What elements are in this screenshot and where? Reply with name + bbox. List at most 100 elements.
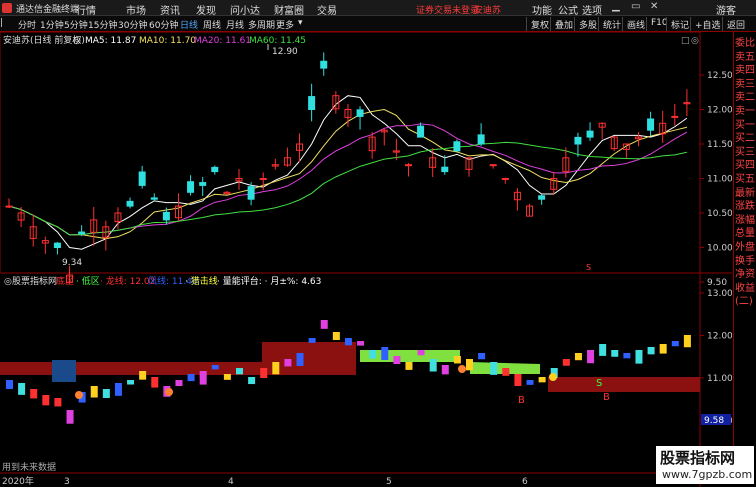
candle-body: [647, 118, 655, 131]
ma5-label: MA5: 11.87: [85, 36, 136, 46]
ma-line: [8, 123, 688, 236]
indicator-bar: [562, 359, 570, 366]
indicator-bar: [175, 380, 183, 387]
add-watchlist-button[interactable]: +自选: [690, 17, 725, 31]
multi-stock-button[interactable]: 多股: [574, 17, 601, 31]
menu-market-quotes[interactable]: 行情: [76, 2, 96, 17]
indicator-bar: [344, 338, 352, 346]
candle-body: [477, 134, 485, 145]
app-title: 通达信金融终端: [16, 5, 80, 15]
date-label-april: 4: [228, 477, 234, 487]
close-icon[interactable]: ✕: [650, 1, 658, 12]
period-15min[interactable]: 15分钟: [88, 18, 117, 31]
indicator-bar: [66, 410, 74, 424]
indicator-bar: [453, 356, 461, 364]
period-1min[interactable]: 1分钟: [40, 18, 64, 31]
period-multi[interactable]: 多周期: [248, 18, 275, 31]
menu-options[interactable]: 选项: [582, 2, 602, 17]
candle-body: [199, 182, 207, 186]
candle-body: [138, 171, 146, 186]
high-price-label: 12.90: [272, 47, 298, 57]
menu-ask[interactable]: 问小达: [230, 2, 260, 17]
period-weekly[interactable]: 周线: [203, 18, 221, 31]
indicator-bar: [127, 380, 135, 385]
period-monthly[interactable]: 月线: [226, 18, 244, 31]
menu-wealth[interactable]: 财富圈: [274, 2, 304, 17]
indicator-y-tick-label: 12.00: [707, 332, 732, 342]
period-30min[interactable]: 30分钟: [118, 18, 147, 31]
user-guest[interactable]: 游客: [716, 2, 736, 17]
menu-market[interactable]: 市场: [126, 2, 146, 17]
candle-body: [320, 60, 328, 69]
period-daily[interactable]: 日线: [180, 18, 198, 31]
sell-mark: S: [586, 263, 591, 272]
expand-icon[interactable]: □: [681, 36, 690, 46]
indicator-bar: [538, 377, 546, 383]
indicator-bar: [248, 377, 256, 385]
mark-button[interactable]: 标记: [666, 17, 693, 31]
ma-line: [8, 108, 688, 240]
period-60min[interactable]: 60分钟: [149, 18, 178, 31]
date-label-march: 3: [64, 477, 70, 487]
indicator-bar: [635, 350, 643, 364]
period-5min[interactable]: 5分钟: [64, 18, 88, 31]
candle-body: [586, 130, 594, 138]
minimize-icon[interactable]: ▁: [612, 1, 620, 12]
menu-news[interactable]: 资讯: [160, 2, 180, 17]
chart-area[interactable]: 安迪苏(日线 前复权) ◎ MA5: 11.87 MA10: 11.70 MA2…: [0, 32, 732, 487]
menu-function[interactable]: 功能: [532, 2, 552, 17]
restore-icon[interactable]: ▭: [631, 1, 640, 12]
dragon-zone-right: [548, 377, 700, 392]
indicator-low-zone-label: · 低区: [76, 275, 100, 287]
candlesticks: [5, 52, 691, 285]
statistics-button[interactable]: 统计: [598, 17, 625, 31]
candle-body: [404, 164, 412, 167]
app-logo-icon: [2, 3, 12, 13]
back-button[interactable]: 返回: [722, 17, 749, 31]
indicator-bar: [514, 374, 522, 387]
overlay-button[interactable]: 叠加: [550, 17, 577, 31]
indicator-bar: [659, 344, 667, 354]
indicator-hunt-line-label: · 猎击线: [185, 275, 218, 287]
indicator-y-tick-label: 11.00: [707, 374, 732, 384]
menu-discover[interactable]: 发现: [196, 2, 216, 17]
period-intraday[interactable]: 分时: [18, 18, 36, 31]
indicator-bar: [599, 344, 607, 356]
indicator-bar: [647, 347, 655, 355]
indicator-bar: [211, 365, 219, 370]
menu-trade[interactable]: 交易: [317, 2, 337, 17]
candle-body: [417, 125, 425, 138]
chevron-down-icon[interactable]: ▾: [298, 18, 303, 28]
period-more[interactable]: 更多: [276, 18, 294, 31]
main-y-axis: 12.50 12.00 11.50 11.00 10.50 10.00 9.50: [700, 71, 732, 288]
main-y-tick-label: 12.00: [707, 106, 732, 116]
main-y-tick-label: 11.50: [707, 140, 732, 150]
indicator-bar: [369, 350, 377, 359]
draw-line-button[interactable]: 画线: [622, 17, 649, 31]
indicator-bar: [587, 350, 595, 364]
indicator-bar: [357, 341, 365, 346]
ma10-label: MA10: 11.70: [139, 36, 196, 46]
main-y-tick-label: 12.50: [707, 71, 732, 81]
candle-body: [671, 115, 679, 118]
menu-formula[interactable]: 公式: [558, 2, 578, 17]
candle-body: [489, 164, 497, 167]
restore-rights-button[interactable]: 复权: [526, 17, 553, 31]
candle-body: [211, 166, 219, 173]
login-status[interactable]: 证券交易未登录: [416, 3, 479, 16]
signal-dot: [549, 373, 557, 381]
settings-icon[interactable]: ◎: [73, 36, 81, 46]
settings-small-icon[interactable]: ◎: [691, 36, 699, 46]
indicator-bar: [296, 353, 304, 366]
indicator-settings-icon[interactable]: ◎: [4, 277, 12, 287]
indicator-y-tick-label: 13.00: [707, 289, 732, 299]
candle-body: [5, 205, 13, 208]
indicator-bar: [236, 368, 243, 375]
toolbar-menu-icon[interactable]: |: [0, 18, 3, 28]
price-tag-value: 9.58: [704, 416, 724, 426]
buy-mark-2: B: [603, 392, 610, 403]
indicator-bar: [429, 359, 437, 372]
indicator-bar: [526, 380, 534, 385]
candle-body: [78, 231, 86, 235]
indicator-bottom-zone-label: 底区: [56, 275, 74, 287]
